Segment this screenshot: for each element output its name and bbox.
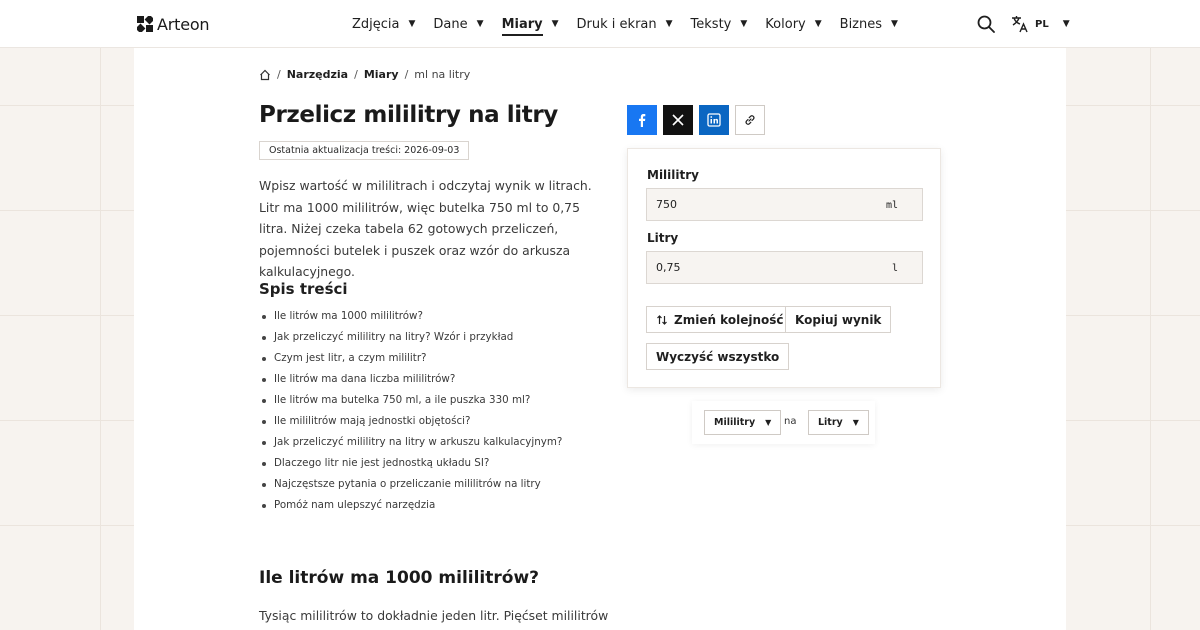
nav-item-miary[interactable]: Miary ▼ — [501, 0, 559, 48]
section-text: Tysiąc mililitrów to dokładnie jeden lit… — [259, 608, 609, 623]
caret-down-icon: ▼ — [476, 19, 484, 29]
toc-item[interactable]: Jak przeliczyć mililitry na litry? Wzór … — [259, 327, 562, 348]
breadcrumb-link-narzedzia[interactable]: Narzędzia — [287, 68, 348, 81]
toc-item[interactable]: Dlaczego litr nie jest jednostką układu … — [259, 453, 562, 474]
language-code: PL — [1035, 18, 1049, 30]
updated-badge: Ostatnia aktualizacja treści: 2026-09-03 — [259, 141, 470, 160]
facebook-icon — [639, 114, 646, 127]
from-field: ml — [646, 188, 923, 221]
toc-item[interactable]: Ile litrów ma dana liczba mililitrów? — [259, 369, 562, 390]
caret-down-icon: ▼ — [408, 19, 416, 29]
from-field-label: Mililitry — [647, 168, 699, 182]
to-unit: l — [891, 263, 898, 274]
nav-item-label: Zdjęcia — [352, 16, 400, 32]
nav-item-label: Dane — [433, 16, 468, 32]
link-icon — [745, 115, 755, 125]
to-unit-select-value: Litry — [818, 417, 843, 428]
table-of-contents: Ile litrów ma 1000 mililitrów? Jak przel… — [259, 306, 562, 516]
toc-item[interactable]: Czym jest litr, a czym mililitr? — [259, 348, 562, 369]
clear-all-button[interactable]: Wyczyść wszystko — [646, 343, 790, 370]
toc-item[interactable]: Ile mililitrów mają jednostki objętości? — [259, 411, 562, 432]
caret-down-icon: ▼ — [852, 418, 859, 427]
breadcrumb-link-miary[interactable]: Miary — [364, 68, 399, 81]
nav-item-label: Kolory — [765, 16, 806, 32]
search-icon[interactable] — [977, 15, 995, 33]
toc-item[interactable]: Ile litrów ma 1000 mililitrów? — [259, 306, 562, 327]
unit-connector: na — [784, 416, 797, 427]
breadcrumb-separator: / — [404, 68, 409, 81]
breadcrumb-current: ml na litry — [414, 68, 471, 81]
section-heading: Ile litrów ma 1000 mililitrów? — [259, 568, 540, 588]
to-unit-select[interactable]: Litry ▼ — [808, 410, 869, 435]
toc-item[interactable]: Najczęstsze pytania o przeliczanie milil… — [259, 474, 562, 495]
home-icon[interactable] — [259, 69, 271, 81]
caret-down-icon: ▼ — [551, 19, 559, 29]
caret-down-icon: ▼ — [740, 19, 748, 29]
liters-input[interactable] — [647, 252, 867, 283]
share-facebook-button[interactable] — [627, 105, 657, 135]
caret-down-icon: ▼ — [891, 19, 898, 29]
toc-item[interactable]: Jak przeliczyć mililitry na litry w arku… — [259, 432, 562, 453]
swap-button-label: Zmień kolejność — [674, 312, 784, 327]
nav-item-label: Miary — [501, 16, 543, 36]
share-linkedin-button[interactable] — [699, 105, 729, 135]
brand-logo[interactable]: Arteon — [137, 14, 210, 34]
x-icon — [672, 114, 684, 126]
milliliters-input[interactable] — [647, 189, 867, 220]
swap-button[interactable]: Zmień kolejność — [646, 306, 794, 333]
share-buttons — [627, 105, 765, 135]
unit-selector-bar: Mililitry ▼ na Litry ▼ — [692, 401, 875, 444]
copy-result-label: Kopiuj wynik — [795, 312, 882, 327]
nav-item-dane[interactable]: Dane ▼ — [433, 0, 483, 48]
brand-logo-icon — [137, 16, 153, 32]
nav-item-biznes[interactable]: Biznes ▼ — [840, 0, 898, 48]
breadcrumb-separator: / — [277, 68, 281, 81]
brand-name: Arteon — [157, 14, 210, 34]
nav-item-teksty[interactable]: Teksty ▼ — [691, 0, 748, 48]
from-unit: ml — [885, 200, 898, 211]
nav-item-label: Biznes — [839, 16, 883, 32]
nav-item-druk-i-ekran[interactable]: Druk i ekran ▼ — [577, 0, 673, 48]
copy-result-button[interactable]: Kopiuj wynik — [785, 306, 892, 333]
page-title: Przelicz mililitry na litry — [259, 102, 558, 128]
caret-down-icon: ▼ — [765, 418, 772, 427]
translate-icon — [1012, 16, 1028, 33]
breadcrumb-separator: / — [354, 68, 358, 81]
toc-title: Spis treści — [259, 280, 348, 298]
language-switcher[interactable]: PL ▼ — [1011, 15, 1070, 33]
from-unit-select[interactable]: Mililitry ▼ — [704, 410, 782, 435]
breadcrumb: / Narzędzia / Miary / ml na litry — [259, 68, 470, 81]
caret-down-icon: ▼ — [1062, 19, 1070, 29]
main-content: / Narzędzia / Miary / ml na litry Przeli… — [134, 48, 1066, 630]
main-nav: Zdjęcia ▼ Dane ▼ Miary ▼ Druk i ekran ▼ … — [352, 0, 916, 48]
linkedin-icon — [707, 113, 721, 127]
copy-link-button[interactable] — [735, 105, 765, 135]
caret-down-icon: ▼ — [665, 19, 673, 29]
to-field: l — [646, 251, 923, 284]
swap-vertical-icon — [657, 314, 667, 325]
toc-item[interactable]: Pomóż nam ulepszyć narzędzia — [259, 495, 562, 516]
site-header: Arteon Zdjęcia ▼ Dane ▼ Miary ▼ Druk i e… — [0, 0, 1200, 48]
nav-item-label: Druk i ekran — [576, 16, 657, 32]
nav-item-kolory[interactable]: Kolory ▼ — [765, 0, 821, 48]
clear-all-label: Wyczyść wszystko — [656, 349, 780, 364]
nav-item-zdjecia[interactable]: Zdjęcia ▼ — [352, 0, 415, 48]
to-field-label: Litry — [647, 231, 679, 245]
from-unit-select-value: Mililitry — [714, 417, 756, 428]
converter-panel: Mililitry ml Litry l Zmień kolejność Kop… — [627, 148, 941, 388]
share-x-button[interactable] — [663, 105, 693, 135]
toc-item[interactable]: Ile litrów ma butelka 750 ml, a ile pusz… — [259, 390, 562, 411]
nav-item-label: Teksty — [690, 16, 732, 32]
intro-text: Wpisz wartość w mililitrach i odczytaj w… — [259, 178, 592, 279]
caret-down-icon: ▼ — [814, 19, 822, 29]
